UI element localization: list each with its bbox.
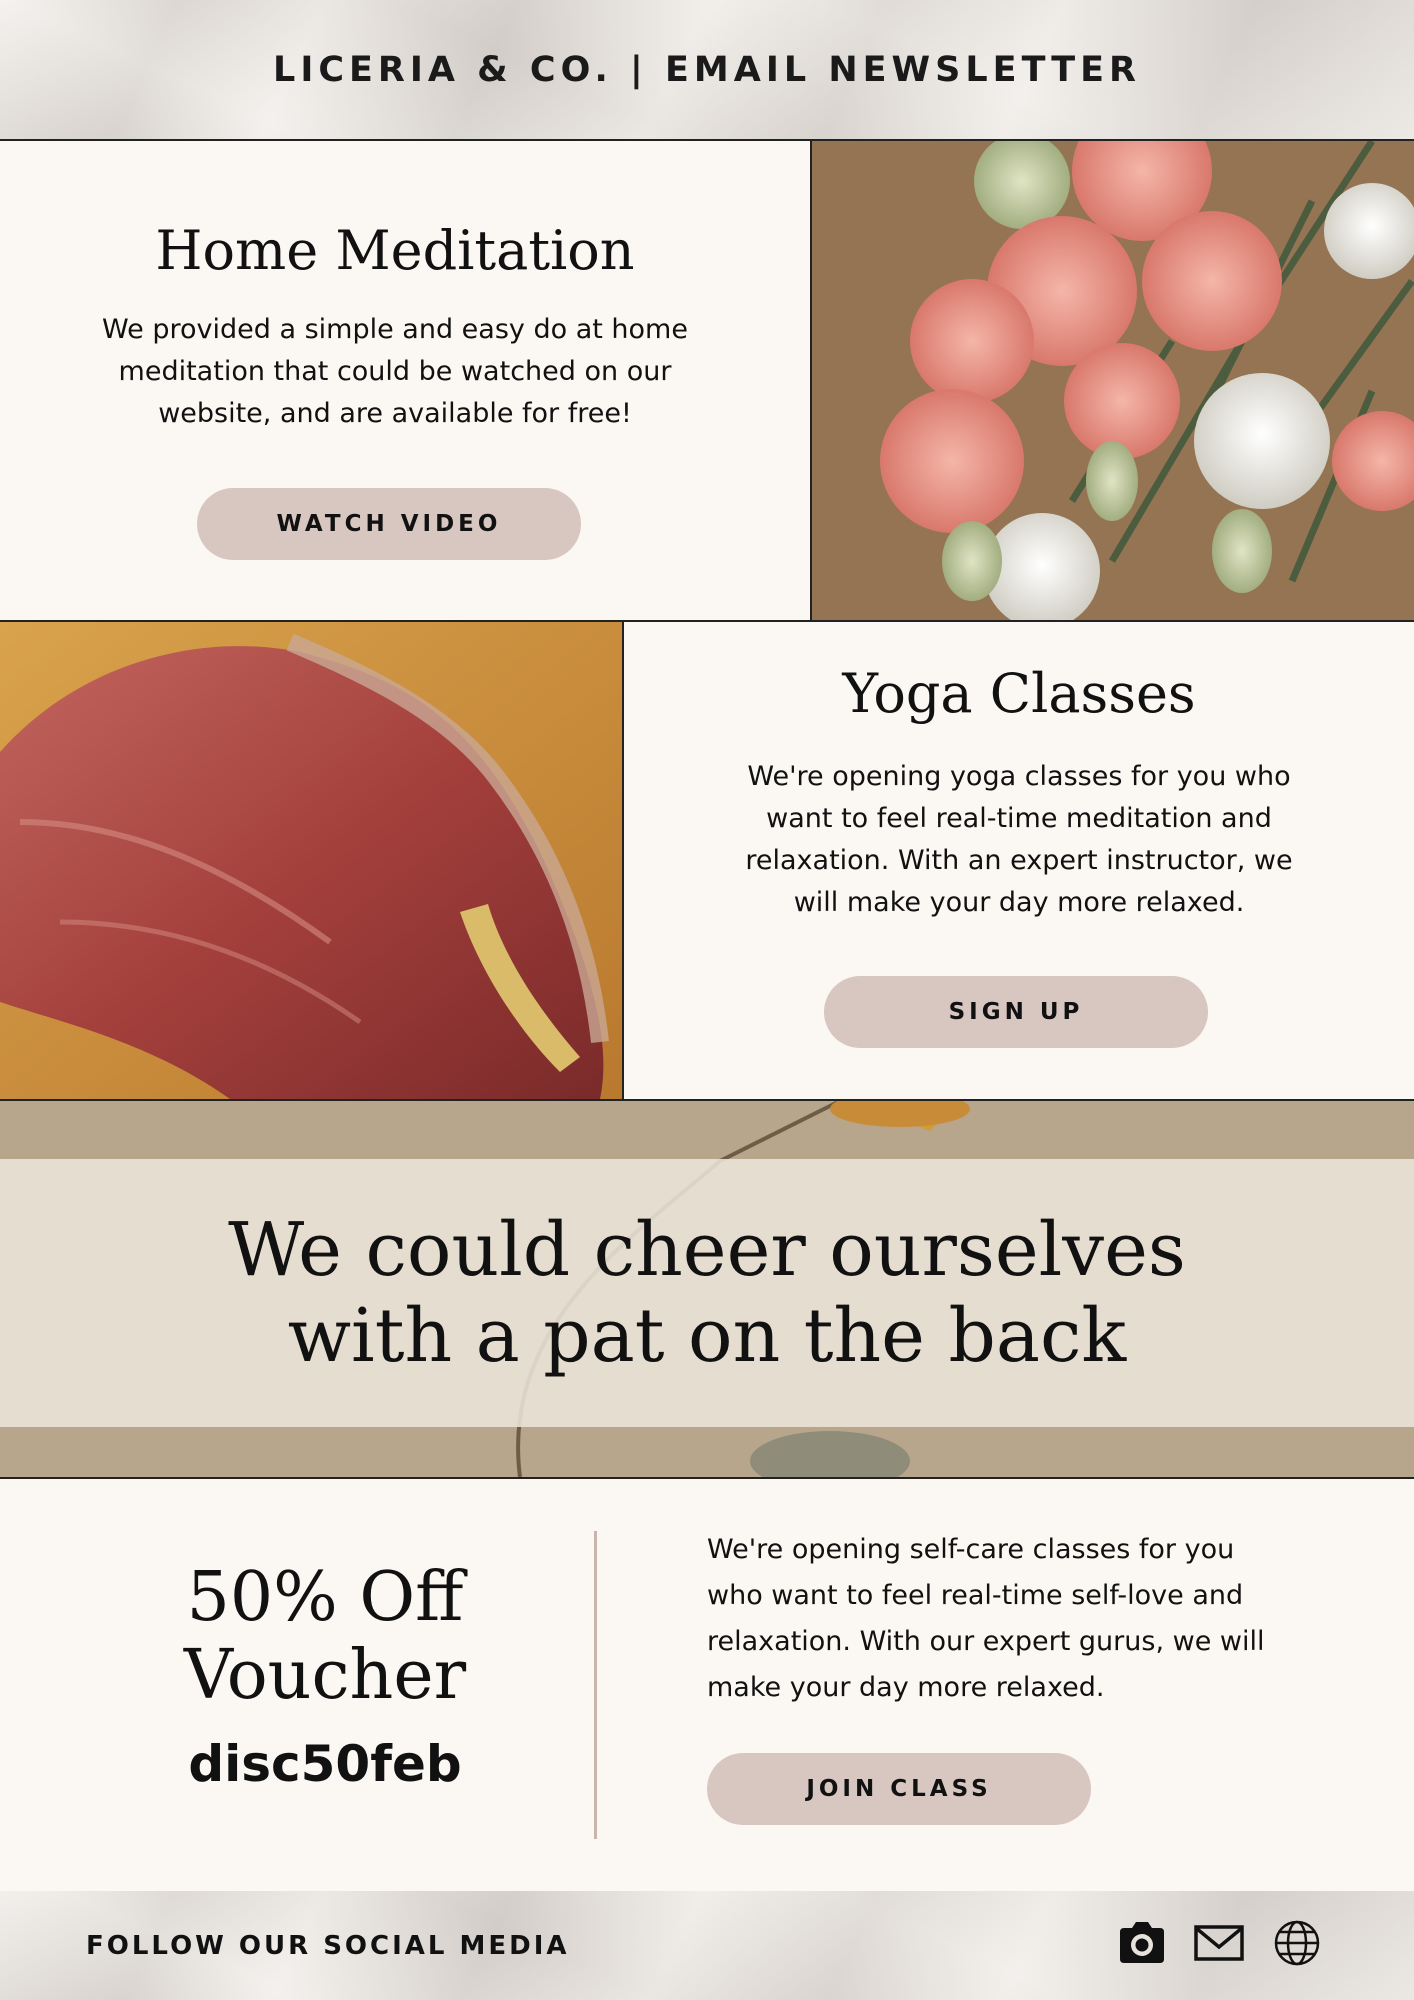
voucher-description: We're opening self-care classes for you …	[707, 1527, 1347, 1711]
quote-line: with a pat on the back	[287, 1293, 1127, 1379]
yoga-title: Yoga Classes	[842, 662, 1196, 725]
join-class-button[interactable]: JOIN CLASS	[707, 1753, 1091, 1825]
meditation-section: Home Meditation We provided a simple and…	[0, 141, 1414, 622]
voucher-title: Voucher	[183, 1636, 467, 1715]
roses-photo	[810, 141, 1414, 620]
voucher-line: make your day more relaxed.	[707, 1672, 1105, 1703]
yoga-description: We're opening yoga classes for you who w…	[624, 756, 1414, 924]
quote-section: We could cheer ourselves with a pat on t…	[0, 1101, 1414, 1479]
meditation-line: website, and are available for free!	[158, 398, 632, 429]
quote-band: We could cheer ourselves with a pat on t…	[0, 1159, 1414, 1427]
meditation-line: meditation that could be watched on our	[118, 356, 672, 387]
voucher-section: 50% Off Voucher disc50feb We're opening …	[0, 1479, 1414, 1891]
globe-icon[interactable]	[1271, 1917, 1323, 1969]
newsletter-title: LICERIA & CO. | EMAIL NEWSLETTER	[273, 49, 1141, 90]
follow-label: FOLLOW OUR SOCIAL MEDIA	[86, 1931, 570, 1961]
meditation-title: Home Meditation	[155, 219, 635, 282]
yoga-line: We're opening yoga classes for you who	[747, 761, 1291, 792]
yoga-line: relaxation. With an expert instructor, w…	[745, 845, 1293, 876]
voucher-offer: 50% Off Voucher disc50feb	[0, 1558, 650, 1794]
yoga-line: will make your day more relaxed.	[793, 887, 1245, 918]
yoga-text-panel: Yoga Classes We're opening yoga classes …	[624, 622, 1414, 1099]
meditation-line: We provided a simple and easy do at home	[102, 314, 688, 345]
yoga-line: want to feel real-time meditation and	[766, 803, 1272, 834]
meditation-text-panel: Home Meditation We provided a simple and…	[0, 141, 810, 620]
sign-up-button[interactable]: SIGN UP	[824, 976, 1208, 1048]
voucher-code: disc50feb	[188, 1735, 462, 1793]
watch-video-button[interactable]: WATCH VIDEO	[197, 488, 581, 560]
footer: FOLLOW OUR SOCIAL MEDIA	[0, 1891, 1414, 2000]
camera-icon[interactable]	[1116, 1917, 1168, 1969]
meditation-description: We provided a simple and easy do at home…	[0, 309, 790, 435]
voucher-title: 50% Off	[186, 1558, 464, 1637]
newsletter-header: LICERIA & CO. | EMAIL NEWSLETTER	[0, 0, 1414, 141]
mail-icon[interactable]	[1193, 1917, 1245, 1969]
voucher-line: We're opening self-care classes for you	[707, 1534, 1235, 1565]
quote-line: We could cheer ourselves	[228, 1207, 1186, 1293]
yoga-section: Yoga Classes We're opening yoga classes …	[0, 622, 1414, 1101]
anthurium-photo	[0, 622, 624, 1099]
voucher-line: who want to feel real-time self-love and	[707, 1580, 1244, 1611]
voucher-divider	[594, 1531, 597, 1839]
voucher-line: relaxation. With our expert gurus, we wi…	[707, 1626, 1265, 1657]
